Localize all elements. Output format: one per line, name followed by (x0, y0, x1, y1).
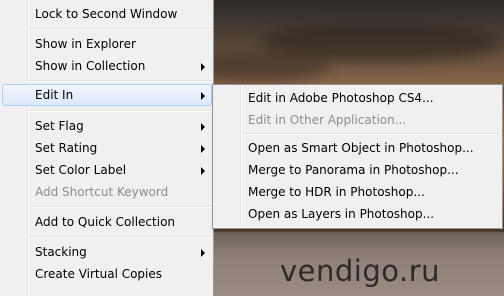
watermark: vendigo.ru (280, 254, 441, 288)
submenu-arrow-icon (201, 145, 205, 153)
menu-separator (30, 236, 212, 238)
menu-item-show-in-collection[interactable]: Show in Collection (2, 55, 212, 77)
menu-item-label: Add to Quick Collection (35, 215, 176, 229)
submenu-item-label: Open as Layers in Photoshop... (248, 207, 435, 221)
menu-item-label: Edit In (35, 88, 74, 102)
menu-item-label: Set Flag (35, 119, 84, 133)
submenu-item-open-as-layers[interactable]: Open as Layers in Photoshop... (215, 203, 500, 225)
submenu-item-label: Merge to HDR in Photoshop... (248, 185, 425, 199)
menu-item-label: Create Virtual Copies (35, 267, 163, 281)
menu-item-label: Show in Explorer (35, 37, 136, 51)
submenu-item-edit-in-other-application: Edit in Other Application... (215, 109, 500, 131)
menu-item-add-to-quick-collection[interactable]: Add to Quick Collection (2, 211, 212, 233)
menu-item-label: Set Rating (35, 141, 98, 155)
submenu-item-merge-to-hdr[interactable]: Merge to HDR in Photoshop... (215, 181, 500, 203)
menu-item-show-in-explorer[interactable]: Show in Explorer (2, 33, 212, 55)
submenu-arrow-icon (201, 249, 205, 257)
submenu-item-merge-to-panorama[interactable]: Merge to Panorama in Photoshop... (215, 159, 500, 181)
submenu-item-label: Merge to Panorama in Photoshop... (248, 163, 459, 177)
submenu-item-label: Edit in Adobe Photoshop CS4... (248, 91, 434, 105)
submenu-arrow-icon (201, 92, 205, 100)
menu-separator (30, 80, 212, 82)
menu-item-lock-to-second-window[interactable]: Lock to Second Window (2, 3, 212, 25)
menu-item-stacking[interactable]: Stacking (2, 241, 212, 263)
submenu-arrow-icon (201, 123, 205, 131)
submenu-separator (243, 133, 500, 135)
edit-in-submenu: Edit in Adobe Photoshop CS4... Edit in O… (212, 84, 503, 229)
submenu-item-label: Open as Smart Object in Photoshop... (248, 141, 474, 155)
submenu-item-open-as-smart-object[interactable]: Open as Smart Object in Photoshop... (215, 137, 500, 159)
menu-item-label: Set Color Label (35, 163, 127, 177)
menu-item-label: Lock to Second Window (35, 7, 178, 21)
menu-item-label: Add Shortcut Keyword (35, 185, 169, 199)
menu-separator (30, 28, 212, 30)
menu-item-set-flag[interactable]: Set Flag (2, 115, 212, 137)
menu-separator (30, 110, 212, 112)
menu-item-label: Stacking (35, 245, 87, 259)
menu-item-set-color-label[interactable]: Set Color Label (2, 159, 212, 181)
menu-item-add-shortcut-keyword: Add Shortcut Keyword (2, 181, 212, 203)
menu-item-edit-in[interactable]: Edit In (2, 84, 212, 106)
menu-item-label: Show in Collection (35, 59, 146, 73)
context-menu: Lock to Second Window Show in Explorer S… (0, 0, 214, 296)
submenu-arrow-icon (201, 63, 205, 71)
submenu-arrow-icon (201, 167, 205, 175)
menu-item-set-rating[interactable]: Set Rating (2, 137, 212, 159)
submenu-item-label: Edit in Other Application... (248, 113, 407, 127)
menu-item-create-virtual-copies[interactable]: Create Virtual Copies (2, 263, 212, 285)
menu-separator (30, 206, 212, 208)
submenu-item-edit-in-photoshop[interactable]: Edit in Adobe Photoshop CS4... (215, 87, 500, 109)
